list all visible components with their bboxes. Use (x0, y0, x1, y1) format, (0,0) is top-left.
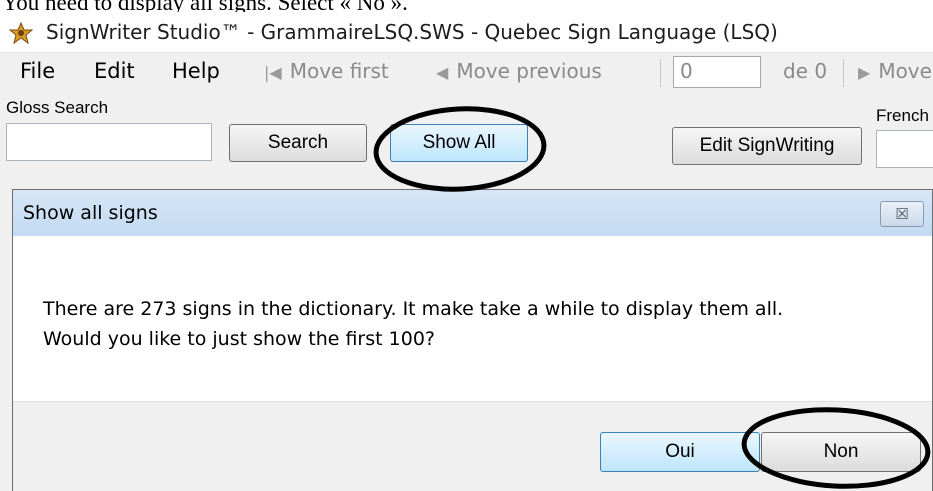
toolbar-separator (843, 59, 844, 87)
first-record-icon: |◀ (264, 63, 282, 82)
menu-file[interactable]: File (20, 59, 55, 83)
french-label: French (876, 106, 929, 125)
move-first-button[interactable]: |◀ Move first (264, 59, 389, 83)
dialog-titlebar: Show all signs ☒ (13, 190, 932, 236)
show-all-button[interactable]: Show All (390, 124, 528, 162)
signwriter-app-icon (8, 21, 34, 45)
menu-help[interactable]: Help (172, 59, 220, 83)
gloss-search-label: Gloss Search (6, 98, 109, 117)
show-all-signs-dialog: Show all signs ☒ There are 273 signs in … (12, 189, 933, 491)
window-title: SignWriter Studio™ - GrammaireLSQ.SWS - … (46, 20, 778, 44)
french-input[interactable] (876, 130, 933, 168)
app-window: SignWriter Studio™ - GrammaireLSQ.SWS - … (0, 12, 933, 491)
next-record-icon: ▶ (858, 63, 871, 82)
move-first-label: Move first (289, 59, 389, 83)
window-titlebar: SignWriter Studio™ - GrammaireLSQ.SWS - … (0, 12, 933, 53)
dialog-button-bar: Oui Non (13, 401, 932, 491)
move-previous-label: Move previous (456, 59, 602, 83)
gloss-search-input[interactable] (6, 123, 212, 161)
position-input[interactable]: 0 (673, 56, 761, 88)
dialog-message-line2: Would you like to just show the first 10… (43, 328, 435, 350)
dialog-message-line1: There are 273 signs in the dictionary. I… (43, 298, 784, 320)
close-icon[interactable]: ☒ (880, 201, 924, 227)
no-button[interactable]: Non (761, 432, 921, 472)
yes-button[interactable]: Oui (600, 432, 760, 472)
search-button[interactable]: Search (229, 124, 367, 162)
record-count: de 0 (783, 59, 828, 83)
menu-edit[interactable]: Edit (94, 59, 135, 83)
toolbar: File Edit Help |◀ Move first ◀ Move previo… (0, 53, 933, 97)
move-next-label: Move n (878, 59, 933, 83)
edit-signwriting-button[interactable]: Edit SignWriting (672, 127, 862, 165)
toolbar-separator (660, 59, 661, 87)
previous-record-icon: ◀ (436, 63, 449, 82)
move-next-button[interactable]: ▶ Move n (858, 59, 933, 83)
dialog-title: Show all signs (23, 202, 158, 224)
move-previous-button[interactable]: ◀ Move previous (436, 59, 602, 83)
